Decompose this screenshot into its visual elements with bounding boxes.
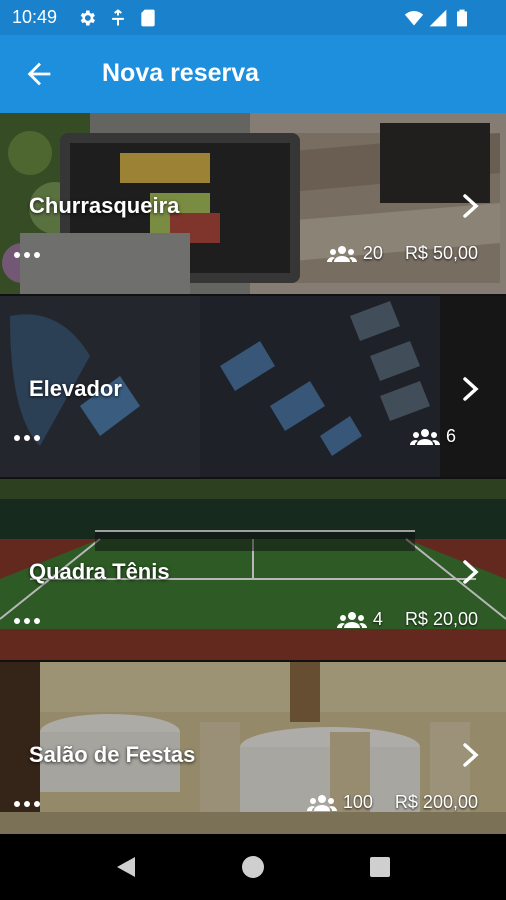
page-title: Nova reserva — [102, 59, 260, 87]
more-dots-icon[interactable] — [13, 799, 41, 809]
capacity-value: 6 — [445, 426, 456, 446]
capacity-value: 100 — [342, 792, 373, 812]
amenities-list: Churrasqueira 20 R$ 50,00 Elevador 6 Qua… — [0, 113, 506, 834]
battery-icon — [457, 9, 467, 27]
capacity: 4 — [336, 609, 383, 630]
amenity-name: Quadra Tênis — [29, 559, 170, 584]
chevron-right-icon[interactable] — [460, 742, 482, 768]
amenity-card-salao-de-festas[interactable]: Salão de Festas 100 R$ 200,00 — [0, 662, 506, 834]
nav-back-icon[interactable] — [113, 854, 139, 880]
more-dots-icon[interactable] — [13, 433, 41, 443]
amenity-meta: 20 R$ 50,00 — [326, 243, 478, 264]
amenity-name: Churrasqueira — [29, 193, 180, 218]
capacity-value: 20 — [362, 243, 383, 263]
amenity-name: Salão de Festas — [29, 742, 196, 767]
group-icon — [326, 245, 357, 262]
system-nav-bar — [0, 834, 506, 900]
chevron-right-icon[interactable] — [460, 559, 482, 585]
capacity-value: 4 — [372, 609, 383, 629]
amenity-meta: 100 R$ 200,00 — [306, 792, 478, 813]
group-icon — [306, 794, 337, 811]
sd-card-icon — [141, 9, 155, 27]
wifi-icon — [404, 11, 424, 26]
settings-icon — [80, 10, 95, 26]
nav-recents-icon[interactable] — [367, 854, 393, 880]
price: R$ 20,00 — [404, 609, 478, 629]
group-icon — [409, 428, 440, 445]
chevron-right-icon[interactable] — [460, 376, 482, 402]
amenity-name: Elevador — [29, 376, 122, 401]
app-bar: Nova reserva — [0, 35, 506, 113]
amenity-card-elevador[interactable]: Elevador 6 — [0, 296, 506, 477]
nav-home-icon[interactable] — [240, 854, 266, 880]
back-arrow-icon[interactable] — [22, 57, 56, 91]
price: R$ 200,00 — [394, 792, 478, 812]
status-bar: 10:49 — [0, 0, 506, 35]
more-dots-icon[interactable] — [13, 250, 41, 260]
price: R$ 50,00 — [404, 243, 478, 263]
capacity: 100 — [306, 792, 373, 813]
amenity-meta: 4 R$ 20,00 — [336, 609, 478, 630]
signal-icon — [429, 9, 447, 27]
capacity: 20 — [326, 243, 383, 264]
amenity-card-quadra-tenis[interactable]: Quadra Tênis 4 R$ 20,00 — [0, 479, 506, 660]
chevron-right-icon[interactable] — [460, 193, 482, 219]
amenity-meta: 6 — [409, 426, 456, 447]
status-time: 10:49 — [12, 7, 58, 27]
group-icon — [336, 611, 367, 628]
amenity-card-churrasqueira[interactable]: Churrasqueira 20 R$ 50,00 — [0, 113, 506, 294]
capacity: 6 — [409, 426, 456, 447]
more-dots-icon[interactable] — [13, 616, 41, 626]
data-saver-icon — [112, 9, 124, 26]
